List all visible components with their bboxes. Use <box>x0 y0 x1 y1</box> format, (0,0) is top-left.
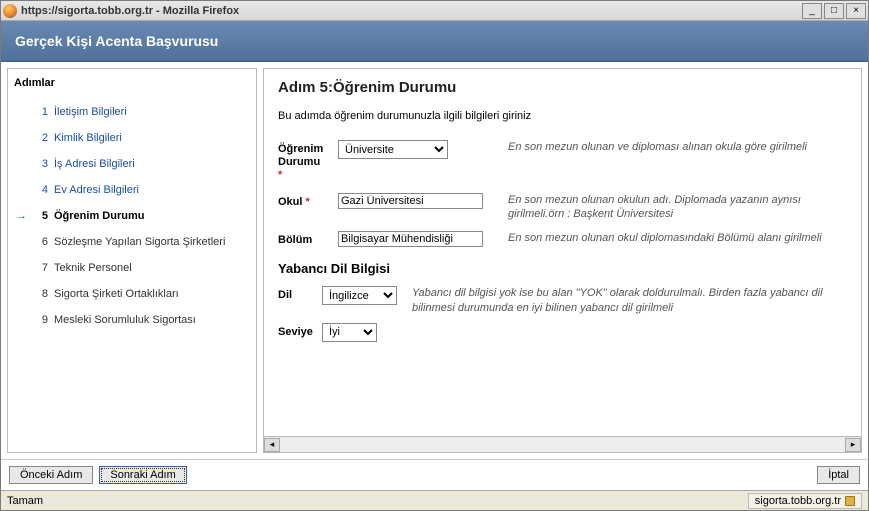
section-yabanci-dil: Yabancı Dil Bilgisi <box>278 261 847 276</box>
lock-icon <box>845 496 855 506</box>
row-seviye: Seviye İyi <box>278 323 847 342</box>
step-8: → 8 Sigorta Şirketi Ortaklıkları <box>14 281 250 307</box>
prev-button[interactable]: Önceki Adım <box>9 466 93 484</box>
step-7: → 7 Teknik Personel <box>14 255 250 281</box>
row-okul: Okul * En son mezun olunan okulun adı. D… <box>278 193 847 222</box>
step-9: → 9 Mesleki Sorumluluk Sigortası <box>14 307 250 333</box>
minimize-button[interactable]: _ <box>802 3 822 19</box>
status-text: Tamam <box>7 495 748 507</box>
app-header: Gerçek Kişi Acenta Başvurusu <box>1 21 868 62</box>
next-button[interactable]: Sonraki Adım <box>99 466 186 484</box>
scroll-left-icon[interactable]: ◂ <box>264 438 280 452</box>
select-ogrenim-durumu[interactable]: Üniversite <box>338 140 448 159</box>
step-5: → 5 Öğrenim Durumu <box>14 203 250 229</box>
label-ogrenim-durumu: Öğrenim Durumu* <box>278 140 338 183</box>
step-4[interactable]: → 4 Ev Adresi Bilgileri <box>14 177 250 203</box>
scroll-track[interactable] <box>280 438 845 452</box>
step-instruction: Bu adımda öğrenim durumunuzla ilgili bil… <box>278 110 847 122</box>
step-heading: Adım 5:Öğrenim Durumu <box>278 79 847 96</box>
arrow-icon: → <box>16 210 30 222</box>
label-bolum: Bölüm <box>278 231 338 247</box>
row-dil: Dil İngilizce Yabancı dil bilgisi yok is… <box>278 286 847 315</box>
button-bar: Önceki Adım Sonraki Adım İptal <box>1 459 868 490</box>
status-domain: sigorta.tobb.org.tr <box>748 493 862 509</box>
scroll-right-icon[interactable]: ▸ <box>845 438 861 452</box>
hint-dil: Yabancı dil bilgisi yok ise bu alan "YOK… <box>402 286 847 315</box>
label-seviye: Seviye <box>278 323 322 338</box>
sidebar-heading: Adımlar <box>14 77 250 89</box>
content: Adımlar → 1 İletişim Bilgileri → 2 Kimli… <box>1 62 868 459</box>
row-bolum: Bölüm En son mezun olunan okul diploması… <box>278 231 847 247</box>
step-6: → 6 Sözleşme Yapılan Sigorta Şirketleri <box>14 229 250 255</box>
firefox-icon <box>3 4 17 18</box>
step-2[interactable]: → 2 Kimlik Bilgileri <box>14 125 250 151</box>
label-okul: Okul * <box>278 193 338 209</box>
page-title: Gerçek Kişi Acenta Başvurusu <box>15 33 218 49</box>
label-dil: Dil <box>278 286 322 301</box>
hint-bolum: En son mezun olunan okul diplomasındaki … <box>488 231 847 245</box>
maximize-button[interactable]: □ <box>824 3 844 19</box>
window-title: https://sigorta.tobb.org.tr - Mozilla Fi… <box>21 5 802 17</box>
browser-window: https://sigorta.tobb.org.tr - Mozilla Fi… <box>0 0 869 511</box>
input-okul[interactable] <box>338 193 483 209</box>
status-bar: Tamam sigorta.tobb.org.tr <box>1 490 868 510</box>
main-panel: Adım 5:Öğrenim Durumu Bu adımda öğrenim … <box>263 68 862 453</box>
close-button[interactable]: × <box>846 3 866 19</box>
cancel-button[interactable]: İptal <box>817 466 860 484</box>
select-seviye[interactable]: İyi <box>322 323 377 342</box>
step-3[interactable]: → 3 İş Adresi Bilgileri <box>14 151 250 177</box>
row-ogrenim-durumu: Öğrenim Durumu* Üniversite En son mezun … <box>278 140 847 183</box>
steps-list: → 1 İletişim Bilgileri → 2 Kimlik Bilgil… <box>14 99 250 333</box>
horizontal-scrollbar[interactable]: ◂ ▸ <box>264 436 861 452</box>
step-1[interactable]: → 1 İletişim Bilgileri <box>14 99 250 125</box>
select-dil[interactable]: İngilizce <box>322 286 397 305</box>
sidebar: Adımlar → 1 İletişim Bilgileri → 2 Kimli… <box>7 68 257 453</box>
window-controls: _ □ × <box>802 3 866 19</box>
titlebar: https://sigorta.tobb.org.tr - Mozilla Fi… <box>1 1 868 21</box>
hint-ogrenim-durumu: En son mezun olunan ve diploması alınan … <box>488 140 847 154</box>
input-bolum[interactable] <box>338 231 483 247</box>
hint-okul: En son mezun olunan okulun adı. Diplomad… <box>488 193 847 222</box>
